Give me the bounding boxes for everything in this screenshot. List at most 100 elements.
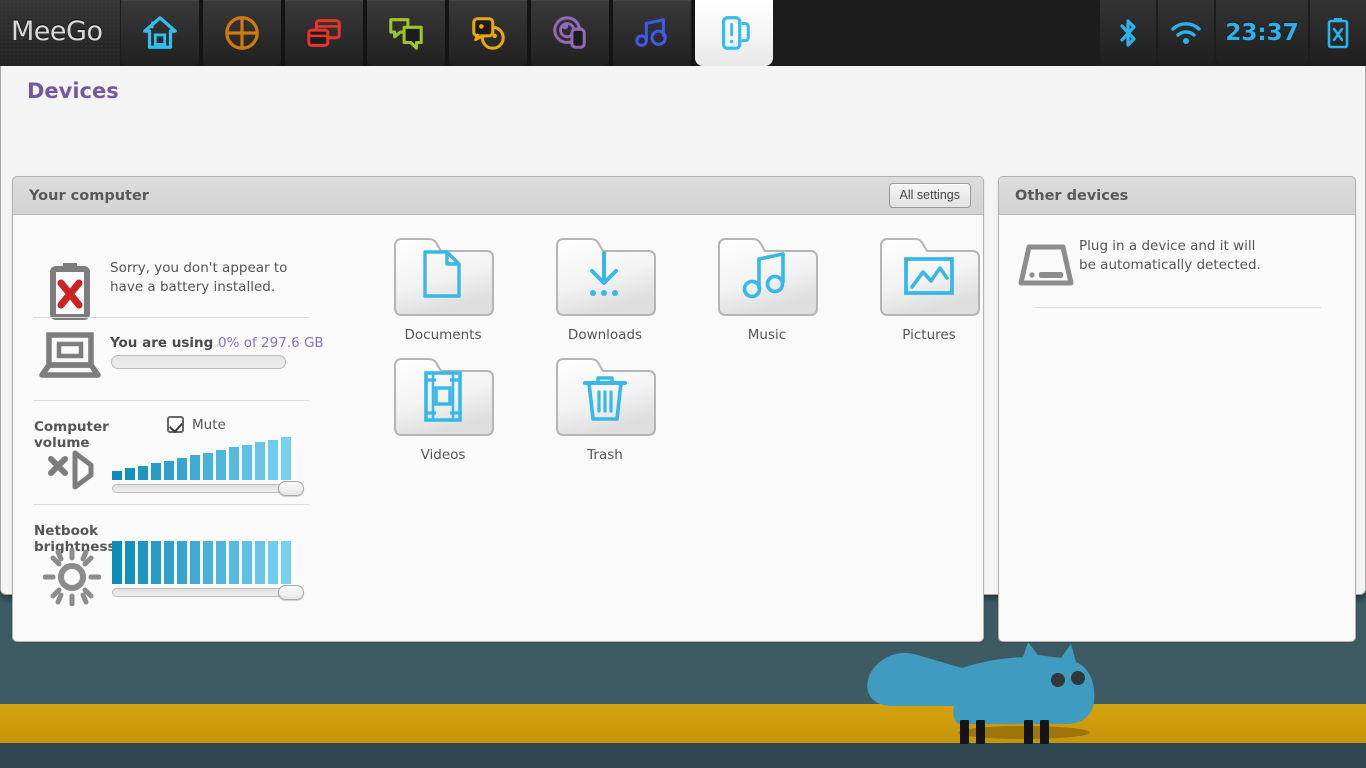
zones-icon [223, 14, 261, 52]
computer-controls-column: Sorry, you don't appear to have a batter… [13, 215, 327, 643]
volume-slider-handle[interactable] [278, 481, 304, 496]
folder-item-pictures[interactable]: Pictures [849, 231, 1009, 343]
devices-icon [715, 14, 753, 52]
level-bar [138, 466, 148, 480]
brightness-slider-handle[interactable] [278, 585, 304, 600]
folder-icon-music [715, 231, 819, 319]
folder-icon-downloads [553, 231, 657, 319]
fox-leg [960, 720, 969, 744]
other-devices-message: Plug in a device and it will be automati… [1079, 237, 1309, 275]
fox-leg [1024, 720, 1033, 744]
meego-logo-text: MeeGo [11, 16, 103, 47]
volume-slider-track[interactable] [112, 484, 302, 493]
folder-label-documents: Documents [404, 327, 482, 343]
level-bar [112, 541, 122, 584]
other-devices-title: Other devices [1015, 187, 1129, 204]
level-bar [281, 437, 291, 480]
folder-label-videos: Videos [420, 447, 466, 463]
folder-item-videos[interactable]: Videos [363, 351, 523, 463]
folder-icon-documents [391, 231, 495, 319]
toolbar-tab-media[interactable] [613, 0, 691, 66]
toolbar-tab-zones[interactable] [203, 0, 281, 66]
level-bar [242, 541, 252, 584]
toolbar-tab-applications[interactable] [285, 0, 363, 66]
divider [33, 317, 309, 318]
disk-usage-bar [111, 355, 286, 369]
folder-label-downloads: Downloads [567, 327, 643, 343]
other-devices-panel-header: Other devices [999, 177, 1355, 215]
bluetooth-status-button[interactable] [1100, 0, 1156, 66]
your-computer-panel-header: Your computer All settings [13, 177, 983, 215]
meego-logo[interactable]: MeeGo [0, 0, 120, 66]
wifi-icon [1170, 20, 1202, 46]
level-bar [125, 468, 135, 480]
level-bar [268, 541, 278, 584]
netbook-brightness-slider[interactable] [112, 541, 307, 600]
people-icon [469, 14, 507, 52]
level-bar [242, 445, 252, 480]
level-bar [255, 541, 265, 584]
fox-illustration [862, 640, 1102, 744]
level-bar [190, 541, 200, 584]
folder-item-music[interactable]: Music [687, 231, 847, 343]
disk-usage-text: You are using 0% of 297.6 GB [110, 335, 324, 351]
folder-label-pictures: Pictures [902, 327, 956, 343]
folder-item-trash[interactable]: Trash [525, 351, 685, 463]
page-title: Devices [27, 79, 119, 103]
clock-text: 23:37 [1225, 20, 1299, 46]
mute-checkbox[interactable] [167, 416, 184, 433]
folder-item-documents[interactable]: Documents [363, 231, 523, 343]
other-devices-panel: Other devices Plug in a device and it wi… [998, 176, 1356, 642]
clock-button[interactable]: 23:37 [1216, 0, 1308, 66]
toolbar-tab-myzone[interactable] [121, 0, 199, 66]
level-bar [203, 541, 213, 584]
level-bar [125, 541, 135, 584]
folder-icon-trash [553, 351, 657, 439]
chat-icon [387, 14, 425, 52]
folder-item-downloads[interactable]: Downloads [525, 231, 685, 343]
level-bar [151, 541, 161, 584]
toolbar-tab-status[interactable] [367, 0, 445, 66]
level-bar [203, 453, 213, 480]
music-icon [633, 14, 671, 52]
your-computer-panel: Your computer All settings Sorry, you do… [12, 176, 984, 642]
brightness-slider-track[interactable] [112, 588, 302, 597]
computer-volume-slider[interactable] [112, 437, 307, 496]
other-devices-message-line1: Plug in a device and it will [1079, 238, 1256, 254]
toolbar-tab-internet[interactable] [531, 0, 609, 66]
mute-control[interactable]: Mute [167, 416, 226, 433]
wifi-status-button[interactable] [1158, 0, 1214, 66]
laptop-icon [39, 332, 101, 378]
level-bar [164, 541, 174, 584]
level-bar [229, 447, 239, 480]
brightness-level-bars [112, 541, 291, 584]
bluetooth-icon [1115, 17, 1141, 49]
disk-usage-value: 0% of 297.6 GB [218, 335, 324, 351]
level-bar [177, 541, 187, 584]
level-bar [216, 541, 226, 584]
level-bar [138, 541, 148, 584]
internet-icon [551, 14, 589, 52]
your-computer-title: Your computer [29, 187, 149, 204]
home-icon [141, 14, 179, 52]
level-bar [216, 450, 226, 480]
toolbar-tab-devices[interactable] [695, 0, 773, 66]
level-bar [177, 458, 187, 480]
fox-leg [976, 720, 985, 744]
level-bar [255, 442, 265, 480]
battery-status-button[interactable] [1310, 0, 1366, 66]
battery-missing-icon [50, 263, 90, 320]
folder-label-trash: Trash [587, 447, 623, 463]
meego-toolbar: MeeGo 23:37 [0, 0, 1366, 66]
external-drive-icon [1018, 244, 1074, 286]
speaker-muted-icon [48, 450, 94, 490]
all-settings-button[interactable]: All settings [888, 183, 971, 208]
level-bar [190, 455, 200, 480]
folder-icon-pictures [877, 231, 981, 319]
toolbar-tab-people[interactable] [449, 0, 527, 66]
divider [33, 400, 309, 401]
folder-label-music: Music [747, 327, 787, 343]
mute-label: Mute [192, 416, 226, 433]
devices-panel-sheet: Devices Your computer All settings Sorry… [0, 60, 1366, 642]
battery-message: Sorry, you don't appear to have a batter… [110, 260, 288, 296]
